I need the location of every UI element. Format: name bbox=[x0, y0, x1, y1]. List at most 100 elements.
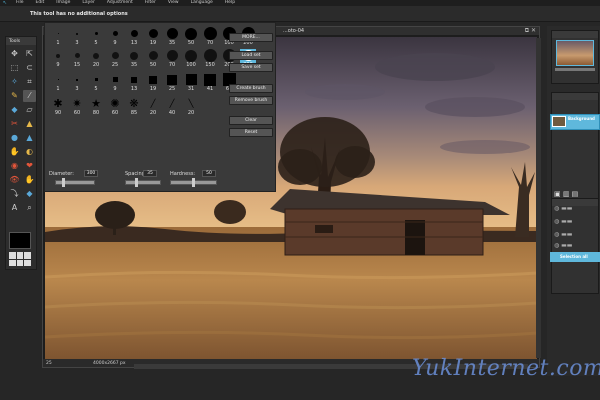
brush-preset[interactable]: 20 bbox=[88, 49, 104, 69]
layer-actions-icon[interactable]: ▣ ▥ ▤ bbox=[554, 190, 578, 198]
brush-size-label: 100 bbox=[186, 62, 196, 68]
foreground-color-swatch[interactable] bbox=[9, 232, 31, 249]
clear-button[interactable]: Clear bbox=[229, 116, 273, 125]
spacing-slider[interactable] bbox=[125, 180, 161, 185]
brush-preset[interactable]: ╱ 20 bbox=[145, 97, 161, 117]
brush-size-label: 9 bbox=[56, 62, 60, 68]
brush-size-label: 35 bbox=[168, 40, 176, 46]
brush-preset[interactable]: 35 bbox=[126, 49, 142, 69]
zoom-slider[interactable] bbox=[555, 68, 595, 71]
clone-tool-icon[interactable]: ✂ bbox=[8, 118, 21, 130]
vertical-scrollbar[interactable] bbox=[536, 38, 541, 358]
dodge-tool-icon[interactable]: ◐ bbox=[23, 146, 36, 158]
brush-preset[interactable]: 19 bbox=[145, 73, 161, 93]
brush-preset[interactable]: 100 bbox=[183, 49, 199, 69]
history-item-icon[interactable]: ◍ ▬▬ bbox=[554, 231, 598, 239]
brush-preset[interactable]: ✷ 60 bbox=[69, 97, 85, 117]
grid-icon[interactable] bbox=[9, 252, 31, 266]
brush-preset[interactable]: ❋ 85 bbox=[126, 97, 142, 117]
brush-preset[interactable]: 150 bbox=[202, 49, 218, 69]
brush-preset[interactable]: 5 bbox=[88, 27, 104, 47]
history-item-icon[interactable]: ◍ ▬▬ bbox=[554, 218, 598, 226]
sponge-tool-icon[interactable]: ❤ bbox=[23, 160, 36, 172]
spacing-value[interactable]: 35 bbox=[143, 170, 157, 177]
load-set-button[interactable]: Load set bbox=[229, 51, 273, 60]
brush-preset[interactable]: ✱ 90 bbox=[50, 97, 66, 117]
more-brushes-button[interactable]: MORE... bbox=[229, 33, 273, 42]
brush-preset[interactable]: 13 bbox=[126, 27, 142, 47]
brush-preset[interactable]: 9 bbox=[107, 27, 123, 47]
history-item-icon[interactable]: ◍ ▬▬ bbox=[554, 205, 598, 213]
brush-preset[interactable]: ★ 80 bbox=[88, 97, 104, 117]
spacing-slider-knob[interactable] bbox=[135, 178, 138, 187]
brush-preset[interactable]: 19 bbox=[145, 27, 161, 47]
brush-preset[interactable]: 9 bbox=[50, 49, 66, 69]
brush-preset[interactable]: 41 bbox=[202, 73, 218, 93]
history-item-icon[interactable]: ◍ ▬▬ bbox=[554, 242, 598, 250]
lasso-tool-icon[interactable]: ⊂ bbox=[23, 62, 36, 74]
brush-preset[interactable]: ✺ 60 bbox=[107, 97, 123, 117]
brush-preset[interactable]: 25 bbox=[164, 73, 180, 93]
brush-preset[interactable]: 13 bbox=[126, 73, 142, 93]
blur-tool-icon[interactable]: ● bbox=[8, 132, 21, 144]
zoom-level[interactable]: 25 bbox=[43, 361, 57, 366]
brush-preset[interactable]: 70 bbox=[164, 49, 180, 69]
brush-size-label: 15 bbox=[73, 62, 81, 68]
move-tool-icon[interactable]: ✥ bbox=[8, 48, 21, 60]
brush-preset[interactable]: 31 bbox=[183, 73, 199, 93]
brush-preset[interactable]: 1 bbox=[50, 27, 66, 47]
diameter-slider-knob[interactable] bbox=[62, 178, 65, 187]
pencil-tool-icon[interactable]: ✎ bbox=[8, 90, 21, 102]
brush-tool-icon[interactable]: ⁄ bbox=[23, 90, 36, 102]
brush-size-label: 80 bbox=[92, 110, 100, 116]
options-message: This tool has no additional options bbox=[30, 11, 128, 17]
sharpen-tool-icon[interactable]: ▲ bbox=[23, 132, 36, 144]
window-buttons-icon[interactable]: ⧉ ✕ bbox=[525, 27, 536, 35]
brush-preset[interactable]: ╱ 40 bbox=[164, 97, 180, 117]
eye-tool-icon[interactable]: 👁 bbox=[8, 174, 21, 186]
zoom-tool-icon[interactable]: ⌕ bbox=[23, 202, 36, 214]
stamp-tool-icon[interactable]: ▲ bbox=[23, 118, 36, 130]
brush-preset[interactable]: 35 bbox=[164, 27, 180, 47]
brush-preset[interactable]: 25 bbox=[107, 49, 123, 69]
brush-preset[interactable]: 3 bbox=[69, 27, 85, 47]
diameter-value[interactable]: 300 bbox=[84, 170, 98, 177]
shape-tool-icon[interactable]: ◆ bbox=[23, 188, 36, 200]
layers-header bbox=[552, 93, 598, 100]
hardness-slider-knob[interactable] bbox=[192, 178, 195, 187]
select-tool-icon[interactable]: ⇱ bbox=[23, 48, 36, 60]
brush-preset[interactable]: 50 bbox=[145, 49, 161, 69]
brush-preset[interactable]: 15 bbox=[69, 49, 85, 69]
diameter-slider[interactable] bbox=[55, 180, 95, 185]
picker-tool-icon[interactable]: ⤵ bbox=[8, 188, 21, 200]
eraser-tool-icon[interactable]: ▱ bbox=[23, 104, 36, 116]
hardness-value[interactable]: 50 bbox=[202, 170, 216, 177]
brush-preset[interactable]: 1 bbox=[50, 73, 66, 93]
brush-preset[interactable]: 9 bbox=[107, 73, 123, 93]
brush-size-label: 70 bbox=[206, 40, 214, 46]
brush-size-label: 31 bbox=[187, 86, 195, 92]
marquee-tool-icon[interactable]: ⬚ bbox=[8, 62, 21, 74]
brush-size-label: 19 bbox=[149, 86, 157, 92]
brush-preset[interactable]: 70 bbox=[202, 27, 218, 47]
fill-tool-icon[interactable]: ◆ bbox=[8, 104, 21, 116]
reset-button[interactable]: Reset bbox=[229, 128, 273, 137]
save-set-button[interactable]: Save set bbox=[229, 63, 273, 72]
remove-brush-button[interactable]: Remove brush bbox=[229, 96, 273, 105]
crop-tool-icon[interactable]: ⌗ bbox=[23, 76, 36, 88]
hand-tool-icon[interactable]: ✋ bbox=[23, 174, 36, 186]
brush-preset[interactable]: 5 bbox=[88, 73, 104, 93]
create-brush-button[interactable]: Create brush bbox=[229, 84, 273, 93]
brush-preset[interactable]: ╲ 20 bbox=[183, 97, 199, 117]
smudge-tool-icon[interactable]: ✋ bbox=[8, 146, 21, 158]
star-brush-icon: ★ bbox=[91, 96, 101, 110]
navigator-thumbnail[interactable] bbox=[556, 40, 594, 66]
magic-wand-icon[interactable]: ✧ bbox=[8, 76, 21, 88]
text-tool-icon[interactable]: A bbox=[8, 202, 21, 214]
line-brush-icon: ╱ bbox=[169, 98, 175, 108]
redeye-tool-icon[interactable]: ◉ bbox=[8, 160, 21, 172]
brush-preset[interactable]: 3 bbox=[69, 73, 85, 93]
brush-size-label: 60 bbox=[111, 110, 119, 116]
layer-thumbnail bbox=[552, 116, 566, 127]
brush-preset[interactable]: 50 bbox=[183, 27, 199, 47]
